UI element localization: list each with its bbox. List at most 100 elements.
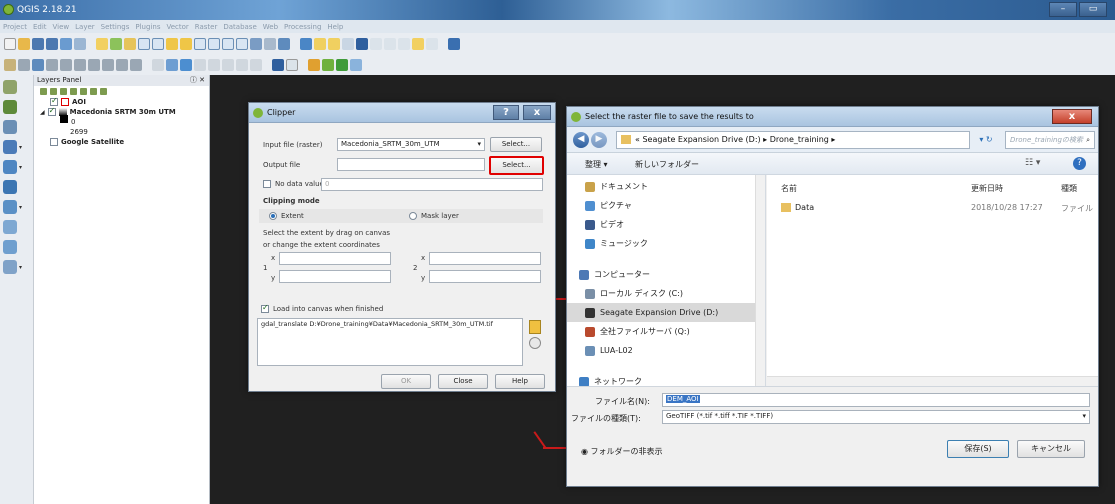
collapse-icon[interactable] [90,88,97,95]
mask-layer-radio[interactable] [409,212,417,220]
new-project-icon[interactable] [4,38,16,50]
nav-item-videos[interactable]: ビデオ [567,215,765,234]
breadcrumb[interactable]: « Seagate Expansion Drive (D:) ▸ Drone_t… [616,131,970,149]
minimize-icon[interactable]: – [1049,2,1077,17]
refresh-icon[interactable]: ▾ ↻ [971,131,1001,149]
layout-icon[interactable] [60,38,72,50]
menu-view[interactable]: View [53,23,70,31]
copy-icon[interactable] [116,59,128,71]
column-type[interactable]: 種類 [1061,183,1077,194]
close-button[interactable]: Close [438,374,488,389]
nav-item-file-server[interactable]: 全社ファイルサーバ (Q:) [567,322,765,341]
nav-item-documents[interactable]: ドキュメント [567,177,765,196]
zoom-selection-icon[interactable] [208,38,220,50]
expand-icon[interactable] [80,88,87,95]
save-as-icon[interactable] [46,38,58,50]
add-feature-icon[interactable] [46,59,58,71]
bookmark-icon[interactable] [264,38,276,50]
edit-pencil-icon[interactable] [4,59,16,71]
y2-input[interactable] [429,270,541,283]
output-select-button[interactable]: Select... [489,156,544,175]
close-icon[interactable]: x [523,105,551,120]
show-labels-icon[interactable] [180,59,192,71]
reset-command-icon[interactable] [529,337,541,349]
save-button[interactable]: 保存(S) [947,440,1009,458]
maximize-icon[interactable]: ▭ [1079,2,1107,17]
open-project-icon[interactable] [18,38,30,50]
ok-button[interactable]: OK [381,374,431,389]
filetype-select[interactable]: GeoTIFF (*.tif *.tiff *.TIF *.TIFF) ▾ [662,410,1090,424]
file-row[interactable]: Data 2018/10/28 17:27 ファイル [767,201,1098,215]
layer-google-satellite[interactable]: Google Satellite [34,137,209,147]
move-label-icon[interactable] [194,59,206,71]
nav-item-computer[interactable]: コンピューター [567,265,765,284]
menu-layer[interactable]: Layer [75,23,95,31]
remove-layer-icon[interactable] [100,88,107,95]
input-file-select[interactable]: Macedonia_SRTM_30m_UTM ▾ [337,138,485,151]
close-icon[interactable]: x [1052,109,1092,124]
new-layer-icon[interactable] [3,260,17,274]
plugin-c-icon[interactable] [336,59,348,71]
add-delimited-icon[interactable] [3,220,17,234]
menu-project[interactable]: Project [3,23,27,31]
zoom-full-icon[interactable] [180,38,192,50]
nav-item-local-disk[interactable]: ローカル ディスク (C:) [567,284,765,303]
zoom-last-icon[interactable] [222,38,234,50]
attribute-table-icon[interactable] [370,38,382,50]
toggle-edit-icon[interactable] [18,59,30,71]
text-annotation-icon[interactable] [426,38,438,50]
y1-input[interactable] [279,270,391,283]
field-calculator-icon[interactable] [342,38,354,50]
menu-database[interactable]: Database [223,23,256,31]
layer-checkbox[interactable] [47,106,56,116]
add-postgis-icon[interactable] [3,120,17,134]
column-date[interactable]: 更新日時 [971,183,1003,194]
touch-icon[interactable] [124,38,136,50]
tips-icon[interactable] [412,38,424,50]
layer-checkbox[interactable] [50,138,58,146]
delete-selected-icon[interactable] [88,59,100,71]
statistics-icon[interactable] [356,38,368,50]
new-map-view-icon[interactable] [250,38,262,50]
menu-settings[interactable]: Settings [101,23,130,31]
add-wcs-icon[interactable] [3,180,17,194]
add-vector-layer-icon[interactable] [3,80,17,94]
add-vector-icon[interactable] [272,59,284,71]
deselect-icon[interactable] [328,38,340,50]
sum-icon[interactable] [384,38,396,50]
identify-icon[interactable] [300,38,312,50]
nav-item-seagate[interactable]: Seagate Expansion Drive (D:) [567,303,759,322]
plugin-a-icon[interactable] [308,59,320,71]
input-select-button[interactable]: Select... [490,137,542,152]
plugin-b-icon[interactable] [322,59,334,71]
add-raster-layer-icon[interactable] [3,100,17,114]
new-shapefile-icon[interactable] [3,240,17,254]
zoom-out-icon[interactable] [152,38,164,50]
expand-arrow-icon[interactable]: ◢ [40,109,45,116]
menu-processing[interactable]: Processing [284,23,321,31]
visibility-icon[interactable] [60,88,67,95]
help-icon[interactable]: ? [493,105,519,120]
zoom-layer-icon[interactable] [194,38,206,50]
nodata-input[interactable]: 0 [321,178,543,191]
nav-scrollbar[interactable] [755,175,765,386]
filename-input[interactable]: DEM_AOI [662,393,1090,407]
add-spatialite-icon[interactable] [3,140,17,154]
zoom-in-icon[interactable] [138,38,150,50]
filter-icon[interactable] [70,88,77,95]
menu-plugins[interactable]: Plugins [135,23,160,31]
organize-menu[interactable]: 整理 ▾ [585,159,608,170]
menu-raster[interactable]: Raster [195,23,218,31]
nav-item-music[interactable]: ミュージック [567,234,765,253]
add-wms-icon[interactable] [3,160,17,174]
add-group-icon[interactable] [50,88,57,95]
horizontal-scrollbar[interactable] [767,376,1098,386]
back-icon[interactable]: ◀ [573,132,589,148]
new-folder-button[interactable]: 新しいフォルダー [635,159,699,170]
highlight-label-icon[interactable] [236,59,248,71]
paste-icon[interactable] [130,59,142,71]
output-file-input[interactable] [337,158,485,171]
layer-checkbox[interactable] [50,96,58,106]
add-wfs-icon[interactable] [3,200,17,214]
load-canvas-checkbox[interactable] [261,303,269,313]
